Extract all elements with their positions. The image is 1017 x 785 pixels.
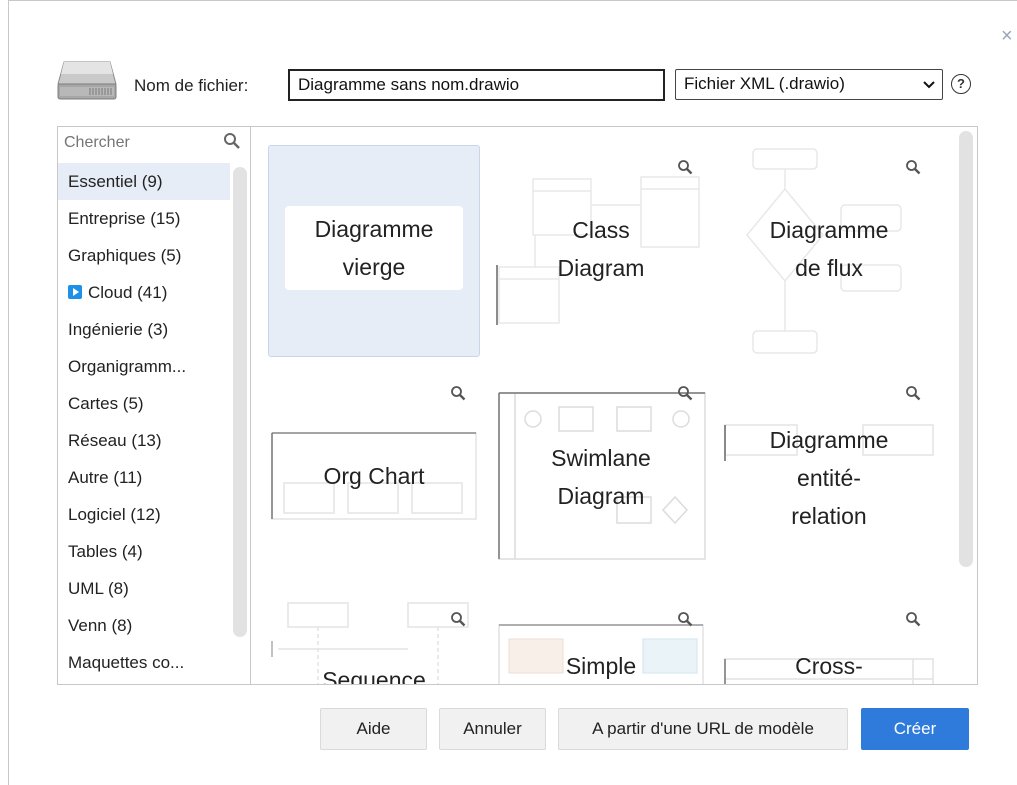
close-icon[interactable]: × xyxy=(1001,25,1013,48)
template-label-line: Diagramme xyxy=(769,217,889,243)
search-box xyxy=(58,127,250,161)
zoom-icon[interactable] xyxy=(677,611,693,627)
template-label-line: entité- xyxy=(797,465,861,491)
template-tile[interactable]: Cross- xyxy=(723,597,935,684)
template-tile[interactable]: Org Chart xyxy=(268,371,480,583)
expand-icon xyxy=(68,285,82,299)
template-label: Sequence xyxy=(268,661,480,685)
category-item[interactable]: Entreprise (15) xyxy=(58,200,230,237)
search-icon[interactable] xyxy=(223,132,241,150)
template-label: Diagramme de flux xyxy=(723,211,935,287)
drive-icon xyxy=(57,61,117,100)
category-item[interactable]: UML (8) xyxy=(58,570,230,607)
template-tile[interactable]: Diagramme de flux xyxy=(723,145,935,357)
template-label-line: relation xyxy=(791,503,867,529)
template-label-line: Org Chart xyxy=(323,463,425,489)
category-item[interactable]: Organigramm... xyxy=(58,348,230,385)
template-label-line: Diagramme xyxy=(769,427,889,453)
help-icon[interactable]: ? xyxy=(951,74,971,94)
template-tile[interactable]: Simple xyxy=(495,597,707,684)
category-item[interactable]: Cartes (5) xyxy=(58,385,230,422)
zoom-icon[interactable] xyxy=(677,385,693,401)
template-label: Simple xyxy=(495,647,707,684)
category-sidebar: Essentiel (9) Entreprise (15) Graphiques… xyxy=(57,126,250,685)
template-tile[interactable]: Diagramme entité- relation xyxy=(723,371,935,583)
template-label-line: vierge xyxy=(342,254,406,280)
category-item[interactable]: Autre (11) xyxy=(58,459,230,496)
template-tile[interactable]: Class Diagram xyxy=(495,145,707,357)
category-item[interactable]: Logiciel (12) xyxy=(58,496,230,533)
search-input[interactable] xyxy=(58,127,218,159)
template-label-line: Cross- xyxy=(795,653,863,679)
grid-scrollbar[interactable] xyxy=(959,131,973,567)
category-list: Essentiel (9) Entreprise (15) Graphiques… xyxy=(58,163,230,681)
template-tile[interactable]: Swimlane Diagram xyxy=(495,371,707,583)
category-item[interactable]: Ingénierie (3) xyxy=(58,311,230,348)
template-label: Org Chart xyxy=(268,457,480,495)
category-item[interactable]: Graphiques (5) xyxy=(58,237,230,274)
template-label-line: Diagramme xyxy=(314,216,434,242)
format-select[interactable]: Fichier XML (.drawio) xyxy=(675,69,943,100)
help-button[interactable]: Aide xyxy=(320,708,427,750)
category-item[interactable]: Réseau (13) xyxy=(58,422,230,459)
category-item[interactable]: Tables (4) xyxy=(58,533,230,570)
zoom-icon[interactable] xyxy=(905,611,921,627)
category-label: Cloud (41) xyxy=(88,283,168,302)
category-item[interactable]: Essentiel (9) xyxy=(58,163,230,200)
template-label-line: Diagram xyxy=(557,483,645,509)
template-label: Diagramme vierge xyxy=(285,206,463,290)
template-grid: Diagramme vierge Class Diagram Diagramme… xyxy=(250,126,978,685)
chevron-down-icon xyxy=(923,81,935,89)
cancel-button[interactable]: Annuler xyxy=(439,708,546,750)
template-url-button[interactable]: A partir d'une URL de modèle xyxy=(558,708,848,750)
zoom-icon[interactable] xyxy=(905,385,921,401)
zoom-icon[interactable] xyxy=(905,159,921,175)
category-item[interactable]: Venn (8) xyxy=(58,607,230,644)
template-label-line: Sequence xyxy=(322,667,426,685)
sidebar-scrollbar[interactable] xyxy=(233,167,247,637)
zoom-icon[interactable] xyxy=(677,159,693,175)
create-button[interactable]: Créer xyxy=(861,708,969,750)
filename-input[interactable] xyxy=(288,69,665,101)
template-label-line: Simple xyxy=(565,653,637,679)
category-item-cloud[interactable]: Cloud (41) xyxy=(58,274,230,311)
template-label-line: Diagram xyxy=(557,255,645,281)
template-label-line: Class xyxy=(572,217,630,243)
filename-label: Nom de fichier: xyxy=(134,76,249,95)
zoom-icon[interactable] xyxy=(450,385,466,401)
template-tile[interactable]: Diagramme vierge xyxy=(268,145,480,357)
template-label-line: de flux xyxy=(795,255,863,281)
zoom-icon[interactable] xyxy=(450,611,466,627)
template-label-line: Swimlane xyxy=(551,445,651,471)
template-label: Swimlane Diagram xyxy=(495,439,707,515)
template-tile[interactable]: Sequence xyxy=(268,597,480,685)
category-item[interactable]: Maquettes co... xyxy=(58,644,230,681)
template-label: Class Diagram xyxy=(495,211,707,287)
template-label: Cross- xyxy=(723,647,935,684)
template-label: Diagramme entité- relation xyxy=(723,421,935,535)
format-select-value: Fichier XML (.drawio) xyxy=(684,74,845,93)
